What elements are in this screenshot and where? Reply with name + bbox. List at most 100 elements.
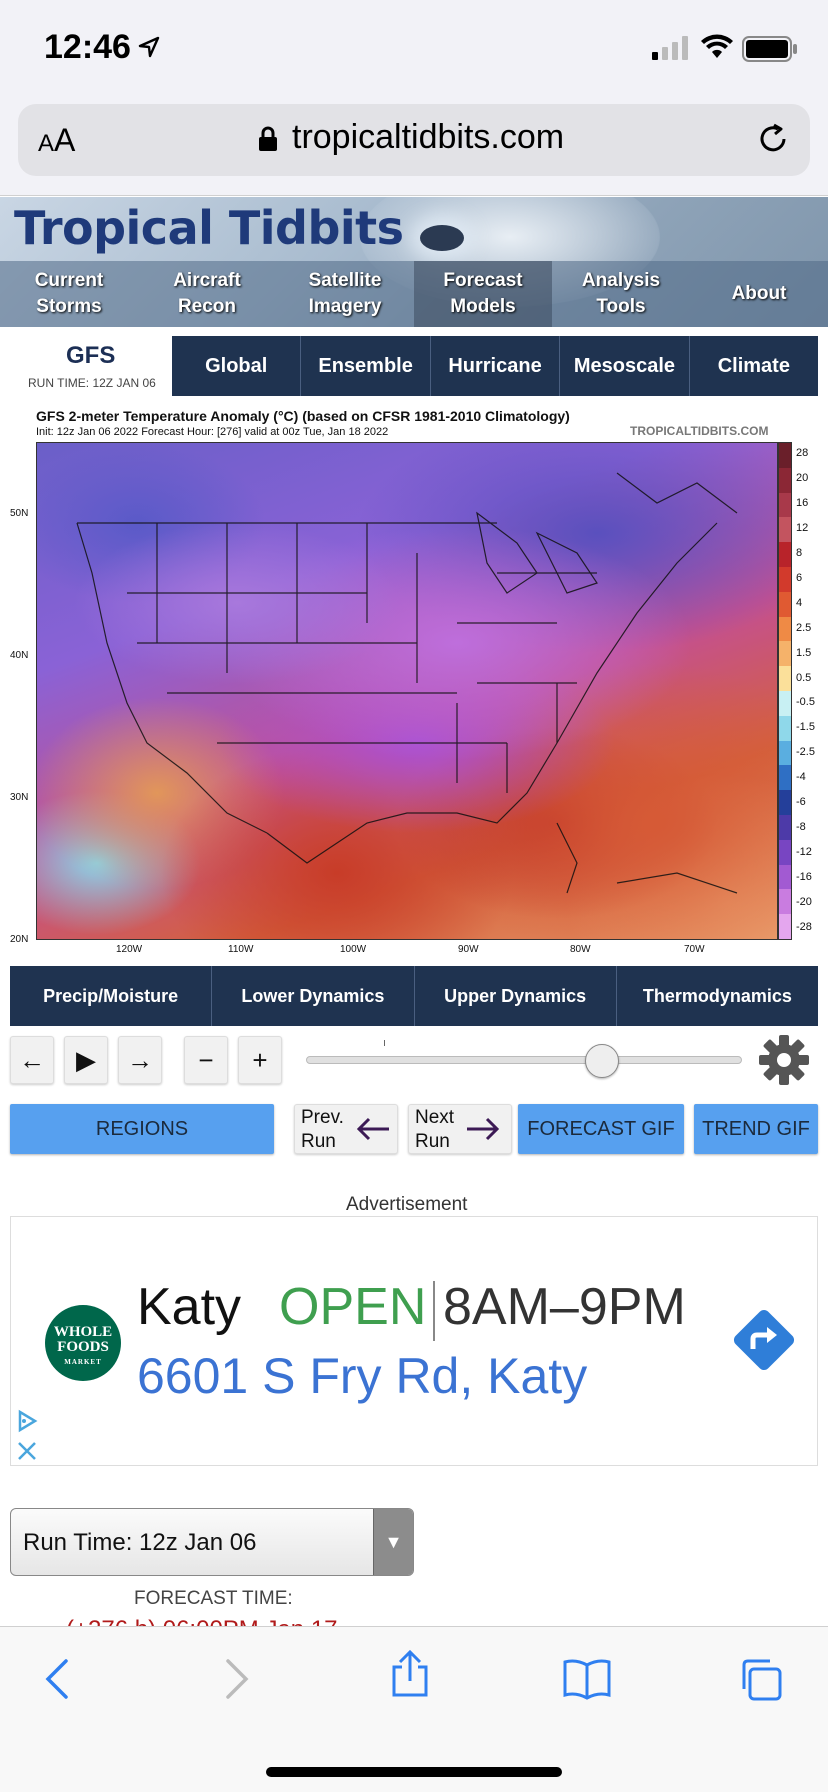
close-icon[interactable] [15,1439,39,1463]
legend-label: 12 [796,522,809,535]
tab-mesoscale[interactable]: Mesoscale [559,336,688,396]
next-run-button[interactable]: Next Run [408,1104,512,1154]
nav-forecast-models[interactable]: Forecast Models [414,261,552,327]
legend-swatch [779,864,791,890]
map-title: GFS 2-meter Temperature Anomaly (°C) (ba… [36,408,570,424]
model-tabs: Global Ensemble Hurricane Mesoscale Clim… [172,336,818,396]
legend-swatch [779,740,791,766]
arrow-right-icon [467,1117,500,1141]
reader-text-size-button[interactable]: AA [38,122,75,159]
lock-icon [259,126,277,151]
legend-label: 16 [796,497,809,510]
lon-label: 100W [340,944,367,955]
forecast-gif-button[interactable]: FORECAST GIF [518,1104,684,1154]
map-watermark: TROPICALTIDBITS.COM [630,424,769,438]
lat-label: 50N [10,508,29,519]
tab-lower-dynamics[interactable]: Lower Dynamics [211,966,413,1026]
slider-tick [384,1040,385,1046]
map-subtitle: Init: 12z Jan 06 2022 Forecast Hour: [27… [36,426,389,438]
legend-swatch [779,914,791,939]
site-nav: Current Storms Aircraft Recon Satellite … [0,261,828,327]
slider-thumb[interactable] [585,1044,620,1078]
tab-thermodynamics[interactable]: Thermodynamics [615,966,818,1026]
lon-label: 120W [116,944,143,955]
whole-foods-logo: WHOLE FOODS MARKET [45,1305,121,1381]
tab-precip-moisture[interactable]: Precip/Moisture [10,966,211,1026]
legend-label: -16 [796,870,812,883]
cellular-signal-icon [652,36,688,60]
site-logo[interactable]: Tropical Tidbits [14,201,404,255]
gear-icon[interactable] [758,1034,810,1086]
forecast-time-value: (+276 h) 06:00PM Jan 17 [66,1616,338,1626]
legend-swatch [779,666,791,691]
lon-label: 80W [570,944,591,955]
lon-label: 90W [458,944,479,955]
tab-hurricane[interactable]: Hurricane [429,336,559,396]
directions-icon[interactable] [729,1305,799,1375]
nav-aircraft-recon[interactable]: Aircraft Recon [138,261,276,327]
hurricane-eye-art [420,225,464,251]
tab-ensemble[interactable]: Ensemble [300,336,429,396]
back-icon[interactable] [42,1657,74,1701]
location-arrow-icon [138,36,160,58]
battery-icon [742,36,797,62]
legend-label: -12 [796,845,812,858]
legend-label: -0.5 [796,696,815,709]
legend-swatch [779,839,791,865]
tabs-icon[interactable] [738,1657,784,1703]
legend-swatch [779,641,791,667]
tab-global[interactable]: Global [172,336,300,396]
nav-satellite-imagery[interactable]: Satellite Imagery [276,261,414,327]
tab-climate[interactable]: Climate [688,336,818,396]
category-tabs: Precip/Moisture Lower Dynamics Upper Dyn… [10,966,818,1026]
forecast-hour-slider[interactable] [306,1056,742,1064]
legend-label: -1.5 [796,721,815,734]
forward-icon[interactable] [220,1657,252,1701]
next-frame-button[interactable]: → [118,1036,162,1084]
browser-address-area: AA tropicaltidbits.com [0,98,828,196]
legend-swatch [779,790,791,815]
legend-label: 0.5 [796,671,812,684]
lat-label: 40N [10,650,29,661]
ad-open-status: OPEN [279,1278,427,1336]
site-header: Tropical Tidbits Current Storms Aircraft… [0,197,828,327]
legend-swatch [779,814,791,840]
ad-store-name: Katy [137,1278,242,1336]
nav-analysis-tools[interactable]: Analysis Tools [552,261,690,327]
model-name: GFS [66,342,116,369]
nav-about[interactable]: About [690,261,828,327]
legend-swatch [779,517,791,543]
forecast-map-image[interactable] [36,442,778,940]
ad-logo-sub: MARKET [64,1358,102,1366]
run-time-select[interactable]: Run Time: 12z Jan 06 ▼ [10,1508,414,1576]
legend-swatch [779,690,791,716]
prev-frame-button[interactable]: ← [10,1036,54,1084]
reload-icon[interactable] [756,122,790,156]
legend-label: -20 [796,895,812,908]
tab-upper-dynamics[interactable]: Upper Dynamics [413,966,616,1026]
trend-gif-button[interactable]: TREND GIF [694,1104,818,1154]
nav-current-storms[interactable]: Current Storms [0,261,138,327]
share-icon[interactable] [388,1649,432,1699]
arrow-left-icon [356,1117,389,1141]
adchoices-icon[interactable] [15,1409,39,1433]
address-bar[interactable]: AA tropicaltidbits.com [18,104,810,176]
zoom-out-button[interactable]: − [184,1036,228,1084]
regions-button[interactable]: REGIONS [10,1104,274,1154]
advertisement[interactable]: WHOLE FOODS MARKET Katy OPEN 8AM–9PM 660… [10,1216,818,1466]
url-text[interactable]: tropicaltidbits.com [292,118,564,157]
play-button[interactable]: ▶ [64,1036,108,1084]
zoom-in-button[interactable]: + [238,1036,282,1084]
ad-address[interactable]: 6601 S Fry Rd, Katy [137,1347,587,1405]
forecast-time-label: FORECAST TIME: [134,1588,293,1609]
legend-swatch [779,616,791,642]
legend-swatch [779,467,791,493]
lat-label: 30N [10,792,29,803]
legend-swatch [779,765,791,791]
browser-toolbar [0,1626,828,1792]
ad-hours: 8AM–9PM [443,1278,686,1336]
run-time-value: Run Time: 12z Jan 06 [23,1529,257,1556]
bookmarks-icon[interactable] [562,1657,612,1701]
chevron-down-icon: ▼ [373,1509,413,1575]
prev-run-button[interactable]: Prev. Run [294,1104,398,1154]
